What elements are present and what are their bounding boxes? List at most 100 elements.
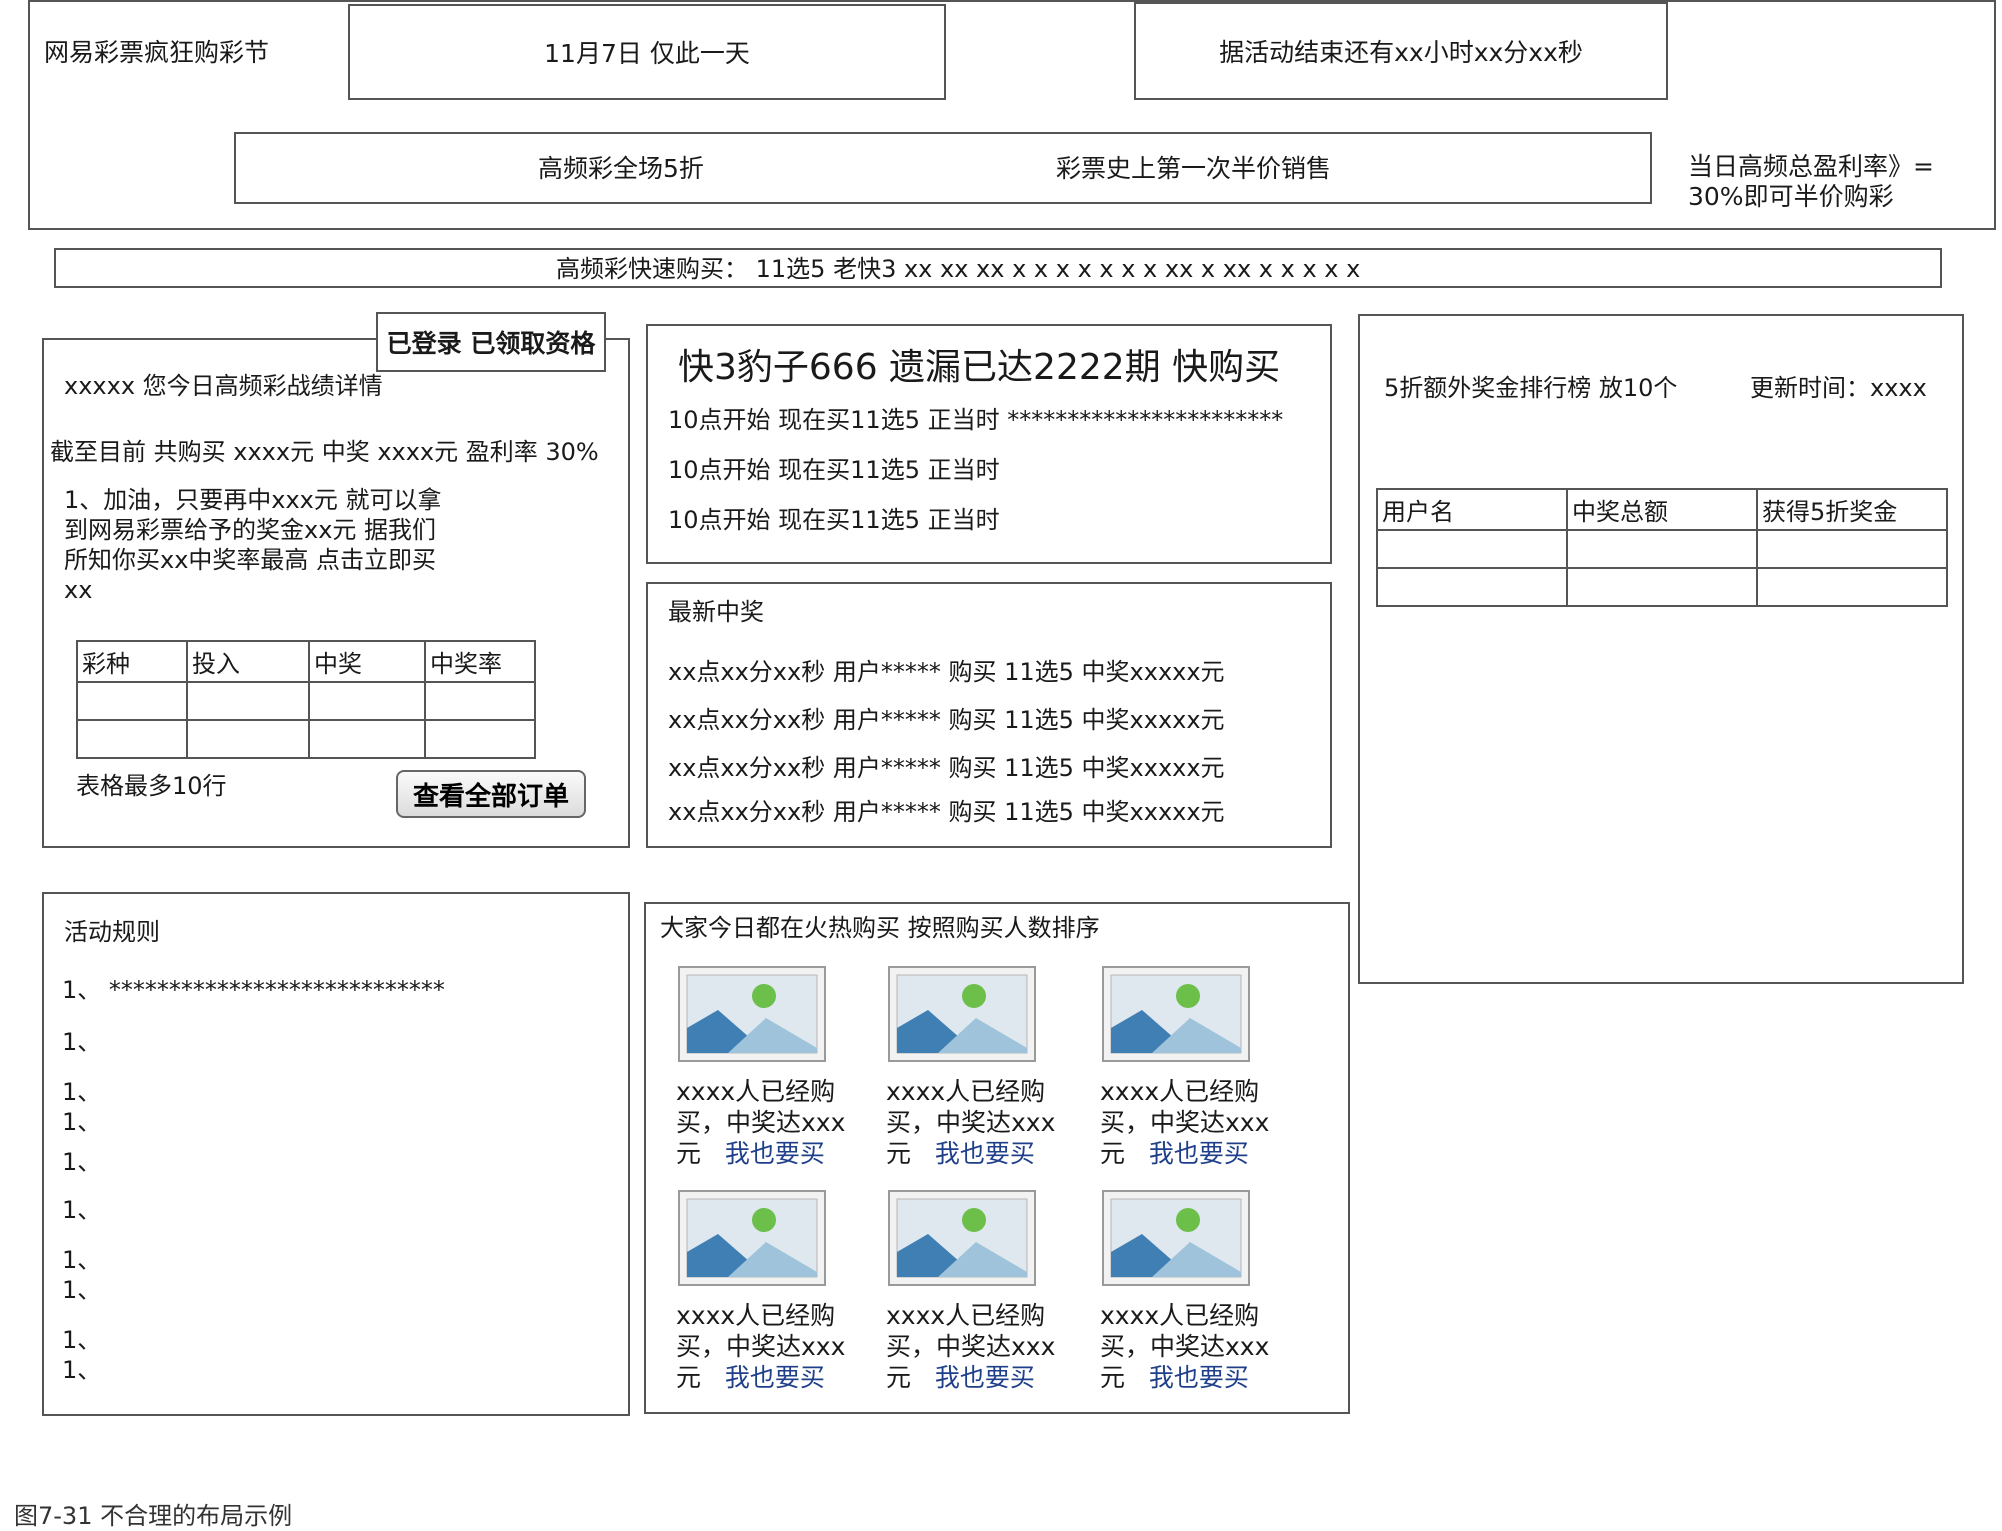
highlight-line-2: 10点开始 现在买11选5 正当时 xyxy=(668,456,1000,484)
highlight-line-3: 10点开始 现在买11选5 正当时 xyxy=(668,506,1000,534)
image-placeholder-icon[interactable] xyxy=(678,1190,826,1286)
buy-too-link[interactable]: 我也要买 xyxy=(935,1363,1035,1392)
ranking-title: 5折额外奖金排行榜 放10个 xyxy=(1384,374,1678,402)
side-note-line2: 30%即可半价购彩 xyxy=(1688,182,1894,211)
table-cell xyxy=(1376,567,1568,607)
latest-winners-panel: 最新中奖 xx点xx分xx秒 用户***** 购买 11选5 中奖xxxxx元 … xyxy=(646,582,1332,848)
table-cell xyxy=(1376,529,1568,569)
col-investment: 投入 xyxy=(186,640,310,683)
popular-card: xxxx人已经购 买，中奖达xxx 元 我也要买 xyxy=(886,1300,1086,1393)
col-bonus: 获得5折奖金 xyxy=(1756,488,1948,531)
card-line-1: xxxx人已经购 xyxy=(676,1301,836,1330)
card-line-3-text: 元 xyxy=(676,1363,702,1392)
col-winnings: 中奖 xyxy=(308,640,426,683)
rule-item: 1、 xyxy=(62,1276,102,1304)
image-placeholder-icon[interactable] xyxy=(1102,966,1250,1062)
buy-too-link[interactable]: 我也要买 xyxy=(725,1363,825,1392)
card-line-3: 元 我也要买 xyxy=(676,1138,876,1169)
card-line-3: 元 我也要买 xyxy=(886,1138,1086,1169)
image-placeholder-icon[interactable] xyxy=(1102,1190,1250,1286)
list-item: xx点xx分xx秒 用户***** 购买 11选5 中奖xxxxx元 xyxy=(668,754,1225,782)
card-line-2: 买，中奖达xxx xyxy=(1100,1332,1270,1361)
card-line-2: 买，中奖达xxx xyxy=(886,1332,1056,1361)
table-cell xyxy=(76,719,188,759)
card-line-1: xxxx人已经购 xyxy=(1100,1301,1260,1330)
image-placeholder-icon[interactable] xyxy=(888,1190,1036,1286)
rule-item: 1、 xyxy=(62,1196,102,1224)
list-item: xx点xx分xx秒 用户***** 购买 11选5 中奖xxxxx元 xyxy=(668,658,1225,686)
card-line-3-text: 元 xyxy=(1100,1139,1126,1168)
card-line-1: xxxx人已经购 xyxy=(886,1077,1046,1106)
card-line-1: xxxx人已经购 xyxy=(676,1077,836,1106)
figure-caption: 图7-31 不合理的布局示例 xyxy=(14,1502,293,1530)
rule-item: 1、 xyxy=(62,1108,102,1136)
card-line-3-text: 元 xyxy=(886,1363,912,1392)
col-username: 用户名 xyxy=(1376,488,1568,531)
user-stats-heading: xxxxx 您今日高频彩战绩详情 xyxy=(64,372,383,400)
countdown-box: 据活动结束还有xx小时xx分xx秒 xyxy=(1134,2,1668,100)
popular-card: xxxx人已经购 买，中奖达xxx 元 我也要买 xyxy=(1100,1300,1300,1393)
countdown-text: 据活动结束还有xx小时xx分xx秒 xyxy=(1219,38,1583,67)
table-row xyxy=(1376,529,1948,569)
user-tip-line2: 到网易彩票给予的奖金xx元 据我们 xyxy=(64,516,437,544)
user-tip-line3: 所知你买xx中奖率最高 点击立即买 xyxy=(64,546,437,574)
date-text: 11月7日 仅此一天 xyxy=(544,39,750,68)
card-line-2: 买，中奖达xxx xyxy=(676,1332,846,1361)
ranking-update-time: 更新时间：xxxx xyxy=(1750,374,1927,402)
buy-too-link[interactable]: 我也要买 xyxy=(1149,1139,1249,1168)
highlight-title[interactable]: 快3豹子666 遗漏已达2222期 快购买 xyxy=(678,346,1280,389)
quickbuy-bar[interactable]: 高频彩快速购买： 11选5 老快3 xx xx xx x x x x x x x… xyxy=(54,248,1942,288)
rule-item: 1、 xyxy=(62,1028,102,1056)
rules-panel: 活动规则 1、 **************************** 1、 … xyxy=(42,892,630,1416)
ranking-table: 用户名 中奖总额 获得5折奖金 xyxy=(1376,488,1948,607)
header-banner: 网易彩票疯狂购彩节 11月7日 仅此一天 据活动结束还有xx小时xx分xx秒 高… xyxy=(28,0,1996,230)
table-cell xyxy=(76,681,188,721)
rule-item: 1、 xyxy=(62,1078,102,1106)
image-placeholder-icon[interactable] xyxy=(888,966,1036,1062)
card-line-2: 买，中奖达xxx xyxy=(886,1108,1056,1137)
buy-too-link[interactable]: 我也要买 xyxy=(935,1139,1035,1168)
rule-item: 1、 xyxy=(62,1246,102,1274)
col-total-winnings: 中奖总额 xyxy=(1566,488,1758,531)
table-cell xyxy=(1756,529,1948,569)
table-cell xyxy=(1566,529,1758,569)
card-line-3: 元 我也要买 xyxy=(1100,1362,1300,1393)
card-line-3-text: 元 xyxy=(886,1139,912,1168)
user-stats-panel: xxxxx 您今日高频彩战绩详情 截至目前 共购买 xxxx元 中奖 xxxx元… xyxy=(42,338,630,848)
promo-left-text: 高频彩全场5折 xyxy=(538,154,704,183)
table-row-limit-note: 表格最多10行 xyxy=(76,772,227,800)
popular-card: xxxx人已经购 买，中奖达xxx 元 我也要买 xyxy=(886,1076,1086,1169)
rule-item: 1、 xyxy=(62,1326,102,1354)
table-cell xyxy=(1756,567,1948,607)
table-row xyxy=(76,719,536,759)
table-row xyxy=(1376,567,1948,607)
image-placeholder-icon[interactable] xyxy=(678,966,826,1062)
buy-too-link[interactable]: 我也要买 xyxy=(725,1139,825,1168)
user-stats-summary: 截至目前 共购买 xxxx元 中奖 xxxx元 盈利率 30% xyxy=(50,438,599,466)
bonus-ranking-panel: 5折额外奖金排行榜 放10个 更新时间：xxxx 用户名 中奖总额 获得5折奖金 xyxy=(1358,314,1964,984)
view-all-orders-button[interactable]: 查看全部订单 xyxy=(396,770,586,818)
table-row xyxy=(76,681,536,721)
card-line-2: 买，中奖达xxx xyxy=(1100,1108,1270,1137)
user-tip-line4: xx xyxy=(64,576,93,604)
list-item: xx点xx分xx秒 用户***** 购买 11选5 中奖xxxxx元 xyxy=(668,798,1225,826)
card-line-3: 元 我也要买 xyxy=(676,1362,876,1393)
popular-card: xxxx人已经购 买，中奖达xxx 元 我也要买 xyxy=(1100,1076,1300,1169)
table-header-row: 用户名 中奖总额 获得5折奖金 xyxy=(1376,488,1948,531)
table-cell xyxy=(308,719,426,759)
card-line-2: 买，中奖达xxx xyxy=(676,1108,846,1137)
card-line-3-text: 元 xyxy=(676,1139,702,1168)
buy-too-link[interactable]: 我也要买 xyxy=(1149,1363,1249,1392)
table-cell xyxy=(424,719,536,759)
table-cell xyxy=(424,681,536,721)
table-cell xyxy=(186,681,310,721)
promo-box: 高频彩全场5折 彩票史上第一次半价销售 xyxy=(234,132,1652,204)
card-line-3: 元 我也要买 xyxy=(1100,1138,1300,1169)
login-status-text: 已登录 已领取资格 xyxy=(386,329,596,358)
table-cell xyxy=(186,719,310,759)
date-box: 11月7日 仅此一天 xyxy=(348,4,946,100)
quickbuy-text[interactable]: 高频彩快速购买： 11选5 老快3 xx xx xx x x x x x x x… xyxy=(556,255,1360,284)
login-status-badge: 已登录 已领取资格 xyxy=(376,312,606,372)
site-title: 网易彩票疯狂购彩节 xyxy=(44,38,270,67)
user-tip-line1: 1、加油，只要再中xxx元 就可以拿 xyxy=(64,486,442,514)
